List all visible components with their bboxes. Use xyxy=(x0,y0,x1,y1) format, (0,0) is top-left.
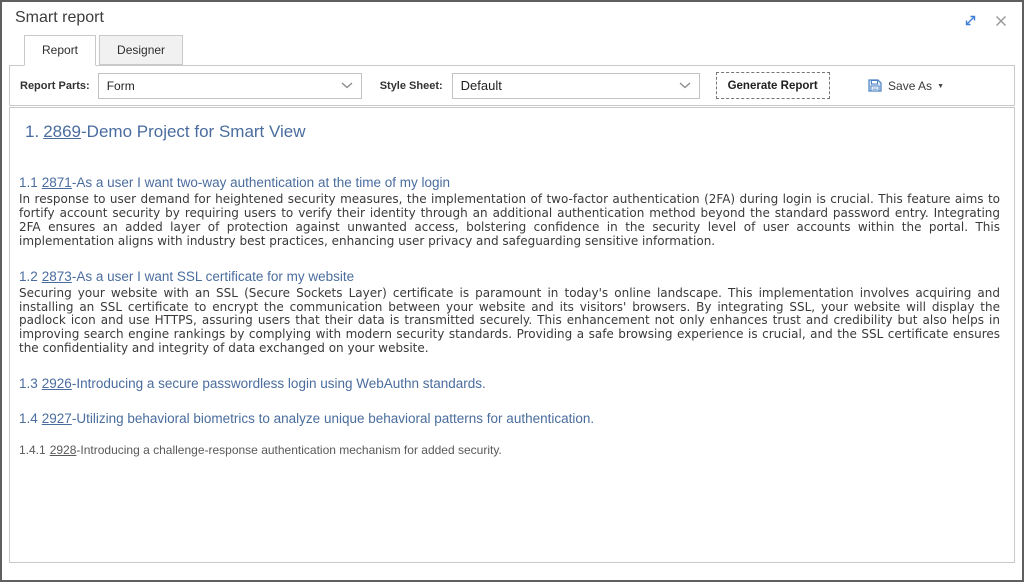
tab-bar: Report Designer xyxy=(2,34,1022,65)
chevron-down-icon xyxy=(341,82,353,89)
tab-report[interactable]: Report xyxy=(24,35,96,66)
dialog-title: Smart report xyxy=(15,9,104,27)
save-as-label: Save As xyxy=(888,79,932,93)
expand-icon[interactable] xyxy=(963,13,978,28)
section-number: 1.1 xyxy=(19,175,38,190)
report-section-heading-1-2: 1.2 2873-As a user I want SSL certificate… xyxy=(19,269,1000,284)
report-parts-label: Report Parts: xyxy=(20,80,90,92)
report-toolbar: Report Parts: Form Style Sheet: Default … xyxy=(9,65,1015,106)
work-item-link-2928[interactable]: 2928 xyxy=(50,443,77,457)
report-section-heading-1-3: 1.3 2926-Introducing a secure passwordles… xyxy=(19,376,1000,391)
work-item-link-2926[interactable]: 2926 xyxy=(42,376,72,391)
report-section-heading-1-1: 1.1 2871-As a user I want two-way authent… xyxy=(19,175,1000,190)
section-number: 1.4.1 xyxy=(19,443,46,457)
section-title: -Utilizing behavioral biometrics to anal… xyxy=(72,411,594,426)
style-sheet-label: Style Sheet: xyxy=(380,80,443,92)
tab-designer[interactable]: Designer xyxy=(99,35,183,65)
report-parts-select[interactable]: Form xyxy=(98,73,362,99)
section-title: -Demo Project for Smart View xyxy=(81,122,306,141)
work-item-link-2871[interactable]: 2871 xyxy=(42,175,72,190)
style-sheet-select[interactable]: Default xyxy=(452,73,700,99)
section-body-1-2: Securing your website with an SSL (Secur… xyxy=(19,287,1000,357)
save-as-caret-icon: ▼ xyxy=(937,83,944,90)
section-number: 1. xyxy=(25,122,39,141)
section-title: -Introducing a secure passwordless login… xyxy=(72,376,486,391)
section-title: -As a user I want SSL certificate for my… xyxy=(72,269,354,284)
report-parts-value: Form xyxy=(107,79,135,93)
section-body-1-1: In response to user demand for heightene… xyxy=(19,193,1000,249)
work-item-link-2869[interactable]: 2869 xyxy=(43,122,81,141)
title-bar: Smart report xyxy=(2,2,1022,34)
report-section-heading-1-4: 1.4 2927-Utilizing behavioral biometrics … xyxy=(19,411,1000,426)
generate-report-button[interactable]: Generate Report xyxy=(716,72,830,99)
work-item-link-2927[interactable]: 2927 xyxy=(42,411,72,426)
save-as-icon xyxy=(867,78,883,93)
work-item-link-2873[interactable]: 2873 xyxy=(42,269,72,284)
style-sheet-value: Default xyxy=(461,78,502,93)
chevron-down-icon xyxy=(679,82,691,89)
section-number: 1.2 xyxy=(19,269,38,284)
report-section-heading-1-4-1: 1.4.1 2928-Introducing a challenge-respon… xyxy=(19,443,1000,457)
section-title: -As a user I want two-way authentication… xyxy=(72,175,450,190)
save-as-button[interactable]: Save As ▼ xyxy=(867,78,944,93)
section-number: 1.4 xyxy=(19,411,38,426)
window-controls xyxy=(963,13,1008,28)
close-icon[interactable] xyxy=(994,14,1008,28)
section-title: -Introducing a challenge-response authen… xyxy=(76,443,501,457)
report-content: 1.2869-Demo Project for Smart View 1.1 28… xyxy=(9,107,1015,563)
section-number: 1.3 xyxy=(19,376,38,391)
report-section-heading-1: 1.2869-Demo Project for Smart View xyxy=(25,122,1000,142)
smart-report-dialog: Smart report Report Designer Report Par xyxy=(0,0,1024,582)
